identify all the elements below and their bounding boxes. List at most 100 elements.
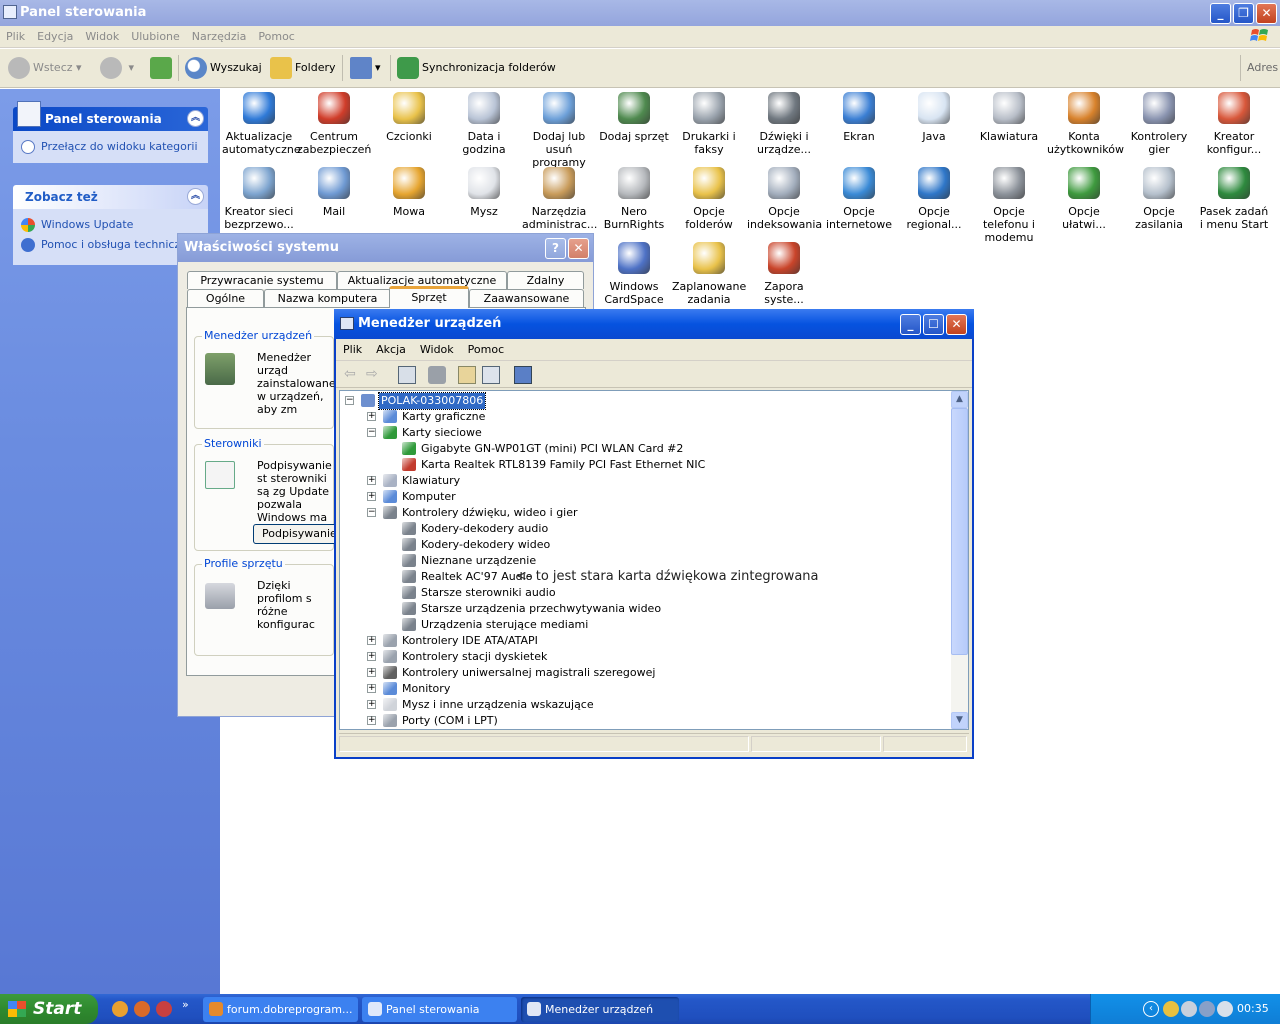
back-button[interactable]: Wstecz ▾ xyxy=(8,57,82,79)
minimize-button[interactable]: _ xyxy=(1210,3,1231,24)
tree-category[interactable]: + Kontrolery stacji dyskietek xyxy=(345,649,945,665)
cp-item[interactable]: Java xyxy=(897,92,971,143)
help-pane-icon[interactable] xyxy=(482,366,500,384)
tree-category[interactable]: − Kontrolery dźwięku, wideo i gier xyxy=(345,505,945,521)
search-button[interactable]: Wyszukaj xyxy=(185,57,262,79)
tree-device[interactable]: Starsze sterowniki audio xyxy=(345,585,945,601)
cp-item[interactable]: Mail xyxy=(297,167,371,218)
maximize-button[interactable]: ☐ xyxy=(923,314,944,335)
collapse-toggle[interactable]: − xyxy=(367,428,376,437)
tree-device[interactable]: Kodery-dekodery wideo xyxy=(345,537,945,553)
tree-category[interactable]: + Klawiatury xyxy=(345,473,945,489)
cp-item[interactable]: Narzędzia administrac... xyxy=(522,167,597,231)
network-icon[interactable] xyxy=(1199,1001,1215,1017)
tree-device[interactable]: Urządzenia sterujące mediami xyxy=(345,617,945,633)
tree-device[interactable]: Karta Realtek RTL8139 Family PCI Fast Et… xyxy=(345,457,945,473)
quicklaunch-more-icon[interactable]: » xyxy=(182,998,189,1011)
collapse-toggle[interactable]: − xyxy=(345,396,354,405)
tree-category[interactable]: + Kontrolery uniwersalnej magistrali szer… xyxy=(345,665,945,681)
vertical-scrollbar[interactable]: ▲ ▼ xyxy=(951,391,968,729)
tree-device[interactable]: Starsze urządzenia przechwytywania wideo xyxy=(345,601,945,617)
close-button[interactable]: ✕ xyxy=(946,314,967,335)
quicklaunch-browser-icon[interactable] xyxy=(134,1001,150,1017)
cp-item[interactable]: Dźwięki i urządze... xyxy=(747,92,821,156)
cp-item[interactable]: Pasek zadań i menu Start xyxy=(1197,167,1271,231)
cp-item[interactable]: Ekran xyxy=(822,92,896,143)
tab-computer-name[interactable]: Nazwa komputera xyxy=(264,289,391,307)
cp-item[interactable]: Opcje zasilania xyxy=(1122,167,1196,231)
tree-category[interactable]: + Porty (COM i LPT) xyxy=(345,713,945,729)
menu-plik[interactable]: Plik xyxy=(0,26,31,47)
tree-device[interactable]: Nieznane urządzenie xyxy=(345,553,945,569)
menu-akcja[interactable]: Akcja xyxy=(369,339,413,360)
tree-category[interactable]: + Monitory xyxy=(345,681,945,697)
expand-toggle[interactable]: + xyxy=(367,492,376,501)
restore-button[interactable]: ❐ xyxy=(1233,3,1254,24)
task-device-manager[interactable]: Menedżer urządzeń xyxy=(521,997,679,1022)
tree-category[interactable]: + Karty graficzne xyxy=(345,409,945,425)
windows-update-link[interactable]: Windows Update xyxy=(21,215,200,235)
sync-folders-button[interactable]: Synchronizacja folderów xyxy=(397,57,556,79)
tree-device[interactable]: Gigabyte GN-WP01GT (mini) PCI WLAN Card … xyxy=(345,441,945,457)
tree-category[interactable]: + Komputer xyxy=(345,489,945,505)
cp-item[interactable]: Zaplanowane zadania xyxy=(672,242,746,306)
quicklaunch-firefox-icon[interactable] xyxy=(112,1001,128,1017)
menu-edycja[interactable]: Edycja xyxy=(31,26,79,47)
tab-advanced[interactable]: Zaawansowane xyxy=(469,289,584,307)
tab-system-restore[interactable]: Przywracanie systemu xyxy=(187,271,337,289)
expand-toggle[interactable]: + xyxy=(367,684,376,693)
menu-ulubione[interactable]: Ulubione xyxy=(125,26,186,47)
cp-item[interactable]: Kreator sieci bezprzewo... xyxy=(222,167,296,231)
expand-toggle[interactable]: + xyxy=(367,668,376,677)
cp-item[interactable]: Opcje folderów xyxy=(672,167,746,231)
devmgr-titlebar[interactable]: Menedżer urządzeń _ ☐ ✕ xyxy=(334,309,974,339)
cp-item[interactable]: Opcje internetowe xyxy=(822,167,896,231)
cp-item[interactable]: Kontrolery gier xyxy=(1122,92,1196,156)
tab-general[interactable]: Ogólne xyxy=(187,289,264,307)
expand-toggle[interactable]: + xyxy=(367,652,376,661)
cp-item[interactable]: Dodaj lub usuń programy xyxy=(522,92,596,169)
tab-hardware[interactable]: Sprzęt xyxy=(389,286,469,308)
cp-item[interactable]: Zapora syste... xyxy=(747,242,821,306)
menu-widok[interactable]: Widok xyxy=(413,339,461,360)
task-forum[interactable]: forum.dobreprogram... xyxy=(203,997,358,1022)
views-button[interactable]: ▾ xyxy=(350,57,381,79)
help-button[interactable]: ? xyxy=(545,238,566,259)
collapse-toggle[interactable]: − xyxy=(367,508,376,517)
scroll-up-button[interactable]: ▲ xyxy=(951,391,968,408)
tree-device[interactable]: Kodery-dekodery audio xyxy=(345,521,945,537)
switch-to-category-view-link[interactable]: Przełącz do widoku kategorii xyxy=(21,137,200,157)
tray-expand-icon[interactable]: ‹ xyxy=(1143,1001,1159,1017)
up-button[interactable] xyxy=(150,57,175,79)
cp-item[interactable]: Windows CardSpace xyxy=(597,242,671,306)
cp-item[interactable]: Mysz xyxy=(447,167,521,218)
print-icon[interactable] xyxy=(428,366,446,384)
cp-item[interactable]: Opcje indeksowania xyxy=(747,167,822,231)
task-control-panel[interactable]: Panel sterowania xyxy=(362,997,517,1022)
expand-toggle[interactable]: + xyxy=(367,412,376,421)
folders-button[interactable]: Foldery xyxy=(270,57,336,79)
show-hide-tree-icon[interactable] xyxy=(398,366,416,384)
cp-item[interactable]: Mowa xyxy=(372,167,446,218)
scan-hardware-icon[interactable] xyxy=(514,366,532,384)
expand-toggle[interactable]: + xyxy=(367,636,376,645)
cp-item[interactable]: Dodaj sprzęt xyxy=(597,92,671,143)
menu-narzedzia[interactable]: Narzędzia xyxy=(186,26,253,47)
forward-button[interactable]: ▾ xyxy=(100,57,134,79)
start-button[interactable]: Start xyxy=(0,994,98,1024)
forward-arrow-icon[interactable]: ⇨ xyxy=(366,366,384,384)
menu-pomoc[interactable]: Pomoc xyxy=(252,26,300,47)
expand-toggle[interactable]: + xyxy=(367,700,376,709)
close-button[interactable]: ✕ xyxy=(568,238,589,259)
security-shield-icon[interactable] xyxy=(1163,1001,1179,1017)
volume-icon[interactable] xyxy=(1217,1001,1233,1017)
cp-item[interactable]: Klawiatura xyxy=(972,92,1046,143)
tab-remote[interactable]: Zdalny xyxy=(507,271,584,289)
cp-item[interactable]: Data i godzina xyxy=(447,92,521,156)
menu-plik[interactable]: Plik xyxy=(336,339,369,360)
tree-category[interactable]: − Karty sieciowe xyxy=(345,425,945,441)
tree-category[interactable]: + Mysz i inne urządzenia wskazujące xyxy=(345,697,945,713)
tree-category[interactable]: + Kontrolery IDE ATA/ATAPI xyxy=(345,633,945,649)
menu-widok[interactable]: Widok xyxy=(79,26,125,47)
cp-item[interactable]: Konta użytkowników xyxy=(1047,92,1124,156)
